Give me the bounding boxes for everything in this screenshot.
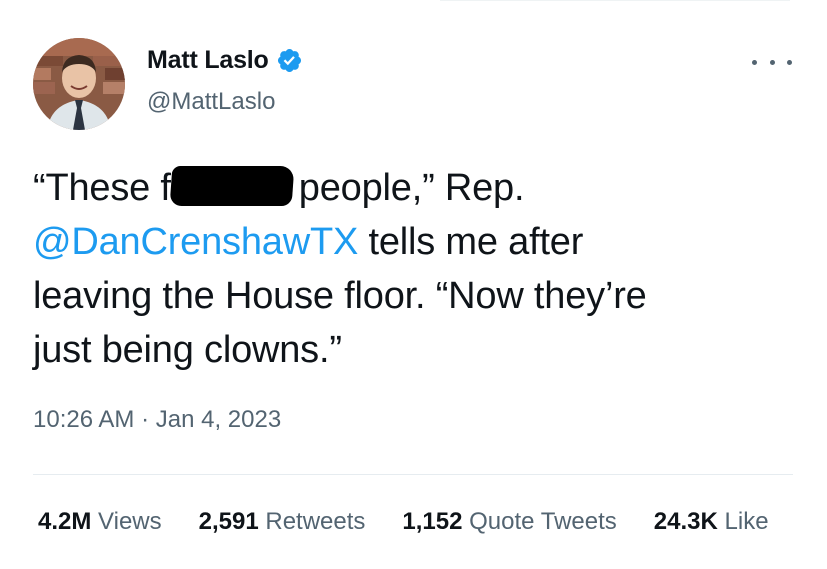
redaction-mark: [169, 166, 295, 206]
tweet-header: Matt Laslo @MattLaslo: [33, 38, 827, 130]
display-name[interactable]: Matt Laslo: [147, 46, 269, 75]
views-label: Views: [98, 508, 162, 535]
top-divider: [440, 0, 790, 1]
mention-link[interactable]: @DanCrenshawTX: [33, 221, 358, 263]
tweet-line-2: @DanCrenshawTX tells me after: [33, 215, 793, 269]
tweet-text-segment: people,” Rep.: [298, 167, 525, 209]
retweets-stat[interactable]: 2,591 Retweets: [199, 508, 366, 536]
tweet-line-4: just being clowns.”: [33, 329, 342, 371]
more-dot: [769, 59, 775, 65]
divider: [33, 474, 793, 475]
tweet-timestamp[interactable]: 10:26 AM · Jan 4, 2023: [33, 406, 281, 434]
tweet-line-1: “These f people,” Rep.: [33, 161, 793, 215]
likes-label: Like: [724, 508, 769, 535]
tweet-text: “These f people,” Rep. @DanCrenshawTX tel…: [33, 161, 793, 377]
retweets-label: Retweets: [265, 508, 366, 535]
likes-stat[interactable]: 24.3K Like: [654, 508, 769, 536]
views-stat: 4.2M Views: [38, 508, 162, 536]
likes-count: 24.3K: [653, 508, 718, 535]
quote-tweets-label: Quote Tweets: [469, 508, 617, 535]
quote-tweets-count: 1,152: [402, 508, 463, 535]
engagement-stats: 4.2M Views 2,591 Retweets 1,152 Quote Tw…: [38, 508, 769, 536]
avatar[interactable]: [33, 38, 125, 130]
tweet-text-segment: tells me after: [358, 221, 584, 263]
views-count: 4.2M: [38, 508, 92, 535]
handle[interactable]: @MattLaslo: [147, 88, 275, 116]
tweet-line-3: leaving the House floor. “Now they’re: [33, 275, 647, 317]
retweets-count: 2,591: [198, 508, 259, 535]
more-dot: [752, 59, 757, 65]
more-dot: [787, 59, 792, 65]
verified-badge-icon: [276, 47, 303, 74]
tweet-text-segment: “These f: [33, 167, 171, 209]
more-options-icon[interactable]: [752, 54, 792, 70]
avatar-image: [33, 38, 125, 130]
quote-tweets-stat[interactable]: 1,152 Quote Tweets: [402, 508, 616, 536]
